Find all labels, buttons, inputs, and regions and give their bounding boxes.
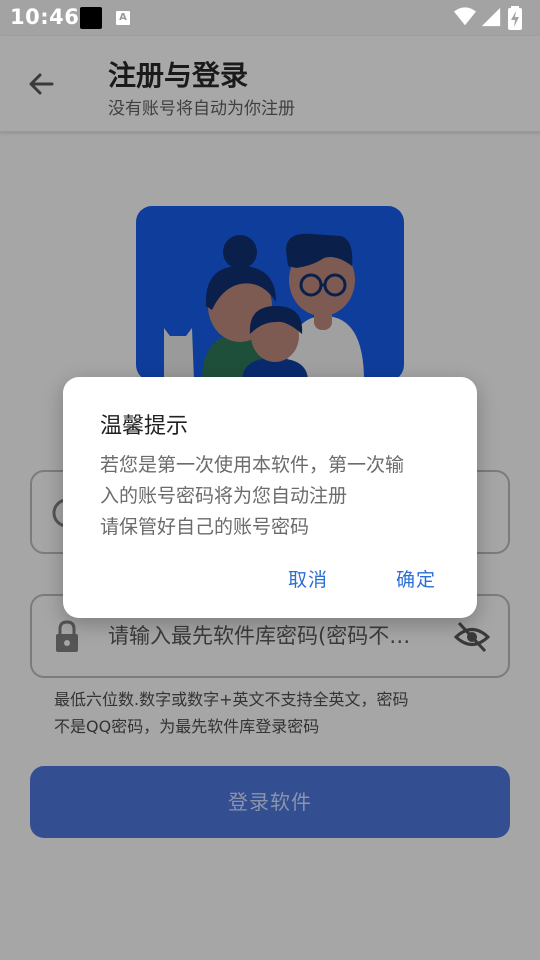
a-notification-icon: A — [116, 11, 130, 25]
back-button[interactable] — [22, 64, 62, 104]
dialog-message: 若您是第一次使用本软件，第一次输 入的账号密码将为您自动注册 请保管好自己的账号… — [100, 450, 450, 543]
page-title: 注册与登录 — [108, 59, 249, 92]
cat-shape — [164, 328, 194, 381]
dialog-message-line: 请保管好自己的账号密码 — [100, 516, 310, 538]
cancel-button[interactable]: 取消 — [288, 565, 328, 592]
tips-dialog: 温馨提示 若您是第一次使用本软件，第一次输 入的账号密码将为您自动注册 请保管好… — [63, 377, 477, 618]
password-input[interactable]: 请输入最先软件库密码(密码不是QQ密码) — [108, 620, 428, 650]
login-button[interactable]: 登录软件 — [30, 766, 510, 838]
dialog-message-line: 若您是第一次使用本软件，第一次输 — [100, 454, 405, 476]
arrow-back-icon — [29, 73, 54, 95]
battery-charging-icon — [508, 6, 522, 30]
password-hint-line: 不是QQ密码，为最先软件库登录密码 — [54, 717, 320, 736]
confirm-button[interactable]: 确定 — [396, 565, 436, 592]
dialog-message-line: 入的账号密码将为您自动注册 — [100, 485, 348, 507]
dialog-title: 温馨提示 — [100, 414, 189, 439]
cellular-signal-icon — [481, 7, 501, 27]
page-subtitle: 没有账号将自动为你注册 — [108, 99, 295, 119]
status-time: 10:46 — [10, 5, 80, 29]
visibility-off-icon[interactable] — [454, 620, 490, 654]
status-bar: 10:46 A — [0, 0, 540, 36]
notification-square-icon — [80, 7, 102, 29]
wifi-icon — [454, 7, 476, 26]
lock-icon — [56, 620, 78, 652]
hero-illustration — [136, 206, 404, 381]
family-illustration — [164, 233, 364, 381]
password-hint: 最低六位数.数字或数字+英文不支持全英文，密码 不是QQ密码，为最先软件库登录密… — [54, 686, 494, 740]
status-icons — [454, 6, 534, 30]
app-bar: 注册与登录 没有账号将自动为你注册 — [0, 36, 540, 132]
password-hint-line: 最低六位数.数字或数字+英文不支持全英文，密码 — [54, 690, 409, 709]
